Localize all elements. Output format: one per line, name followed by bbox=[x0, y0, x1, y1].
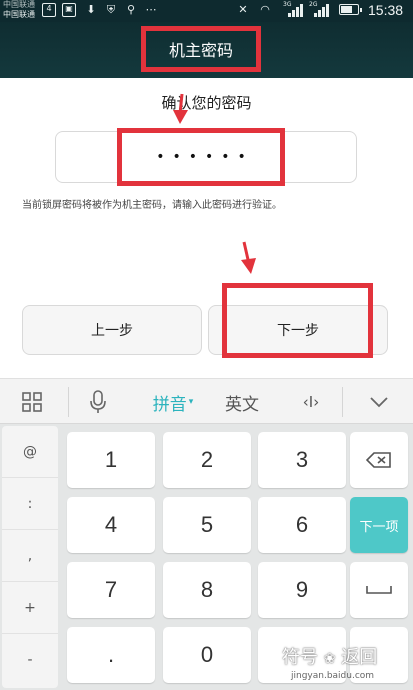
key-7[interactable]: 7 bbox=[67, 562, 155, 618]
cursor-icon[interactable]: ‹I› bbox=[288, 379, 334, 425]
carrier-line-1: 中国联通 bbox=[3, 0, 35, 9]
next-item-key[interactable]: 下一项 bbox=[350, 497, 408, 553]
mic-icon[interactable] bbox=[76, 379, 120, 425]
backspace-key[interactable] bbox=[350, 432, 408, 488]
image-icon: ▣ bbox=[62, 3, 76, 17]
watermark: 符号 ❀ 返回 bbox=[282, 643, 377, 669]
page-title: 机主密码 bbox=[168, 41, 233, 60]
download-icon: ⬇ bbox=[86, 3, 96, 16]
arrow-next bbox=[241, 241, 256, 274]
symbol-key-comma[interactable]: , bbox=[2, 530, 58, 582]
symbol-key-colon[interactable]: : bbox=[2, 478, 58, 530]
collapse-icon-glyph bbox=[370, 397, 388, 408]
key-1[interactable]: 1 bbox=[67, 432, 155, 488]
battery-level bbox=[341, 6, 352, 13]
symbol-column: @ : , + - bbox=[2, 426, 58, 688]
key-3[interactable]: 3 bbox=[258, 432, 346, 488]
symbol-key-minus[interactable]: - bbox=[2, 634, 58, 686]
key-8[interactable]: 8 bbox=[163, 562, 251, 618]
watermark-text-back: 返回 bbox=[341, 647, 378, 668]
space-key[interactable] bbox=[350, 562, 408, 618]
english-tab[interactable]: 英文 bbox=[214, 379, 270, 425]
pinyin-dropdown-icon: ▾ bbox=[188, 397, 194, 407]
confirm-heading: 确认您的密码 bbox=[161, 94, 252, 112]
content-area: 确认您的密码 •••••• 当前锁屏密码将被作为机主密码，请输入此密码进行验证。… bbox=[0, 78, 413, 378]
battery-icon bbox=[339, 4, 362, 15]
signal-icon bbox=[288, 3, 304, 17]
pinyin-label: 拼音 bbox=[152, 394, 187, 415]
shield-icon: ⛨ bbox=[106, 3, 116, 16]
key-2[interactable]: 2 bbox=[163, 432, 251, 488]
carrier-line-2: 中国联通 bbox=[3, 10, 35, 19]
sim-icon: 4 bbox=[42, 3, 56, 17]
key-6[interactable]: 6 bbox=[258, 497, 346, 553]
key-4[interactable]: 4 bbox=[67, 497, 155, 553]
watermark-sub: jingyan.baidu.com bbox=[291, 671, 375, 681]
prev-button[interactable]: 上一步 bbox=[22, 305, 202, 355]
clock: 15:38 bbox=[368, 2, 404, 18]
status-bar: 中国联通 中国联通 4 ▣ ⬇ ⛨ ⚲ ⋯ ✕ ◠ 3G 2G 15:38 bbox=[0, 0, 413, 22]
carrier-label: 中国联通 中国联通 bbox=[3, 0, 35, 20]
watermark-text: 符号 bbox=[282, 647, 318, 668]
space-icon bbox=[366, 586, 392, 594]
pinyin-tab[interactable]: 拼音 ▾ bbox=[140, 379, 206, 425]
title-highlight: 机主密码 bbox=[141, 26, 261, 72]
mic-icon-glyph bbox=[90, 390, 106, 413]
title-bar: 机主密码 bbox=[0, 22, 413, 78]
keyboard-toolbar: 拼音 ▾ 英文 ‹I› bbox=[0, 378, 413, 424]
key-dot[interactable]: . bbox=[67, 627, 155, 683]
symbol-key-plus[interactable]: + bbox=[2, 582, 58, 634]
key-9[interactable]: 9 bbox=[258, 562, 346, 618]
grid-icon-glyph bbox=[22, 392, 42, 412]
symbol-key-at[interactable]: @ bbox=[2, 426, 58, 478]
signal-icon-2 bbox=[314, 3, 330, 17]
wifi-icon: ◠ bbox=[260, 3, 270, 16]
chevron-down-icon[interactable] bbox=[352, 379, 406, 425]
key-0[interactable]: 0 bbox=[163, 627, 251, 683]
paw-icon: ❀ bbox=[323, 651, 336, 667]
more-icon: ⋯ bbox=[145, 3, 157, 16]
next-highlight bbox=[222, 283, 373, 358]
search-icon: ⚲ bbox=[126, 3, 136, 16]
hint-text: 当前锁屏密码将被作为机主密码，请输入此密码进行验证。 bbox=[22, 200, 282, 211]
password-dots: •••••• bbox=[156, 149, 254, 165]
grid-icon[interactable] bbox=[8, 379, 56, 425]
backspace-icon bbox=[366, 452, 391, 468]
key-5[interactable]: 5 bbox=[163, 497, 251, 553]
mute-icon: ✕ bbox=[238, 3, 248, 16]
password-highlight: •••••• bbox=[117, 128, 285, 186]
